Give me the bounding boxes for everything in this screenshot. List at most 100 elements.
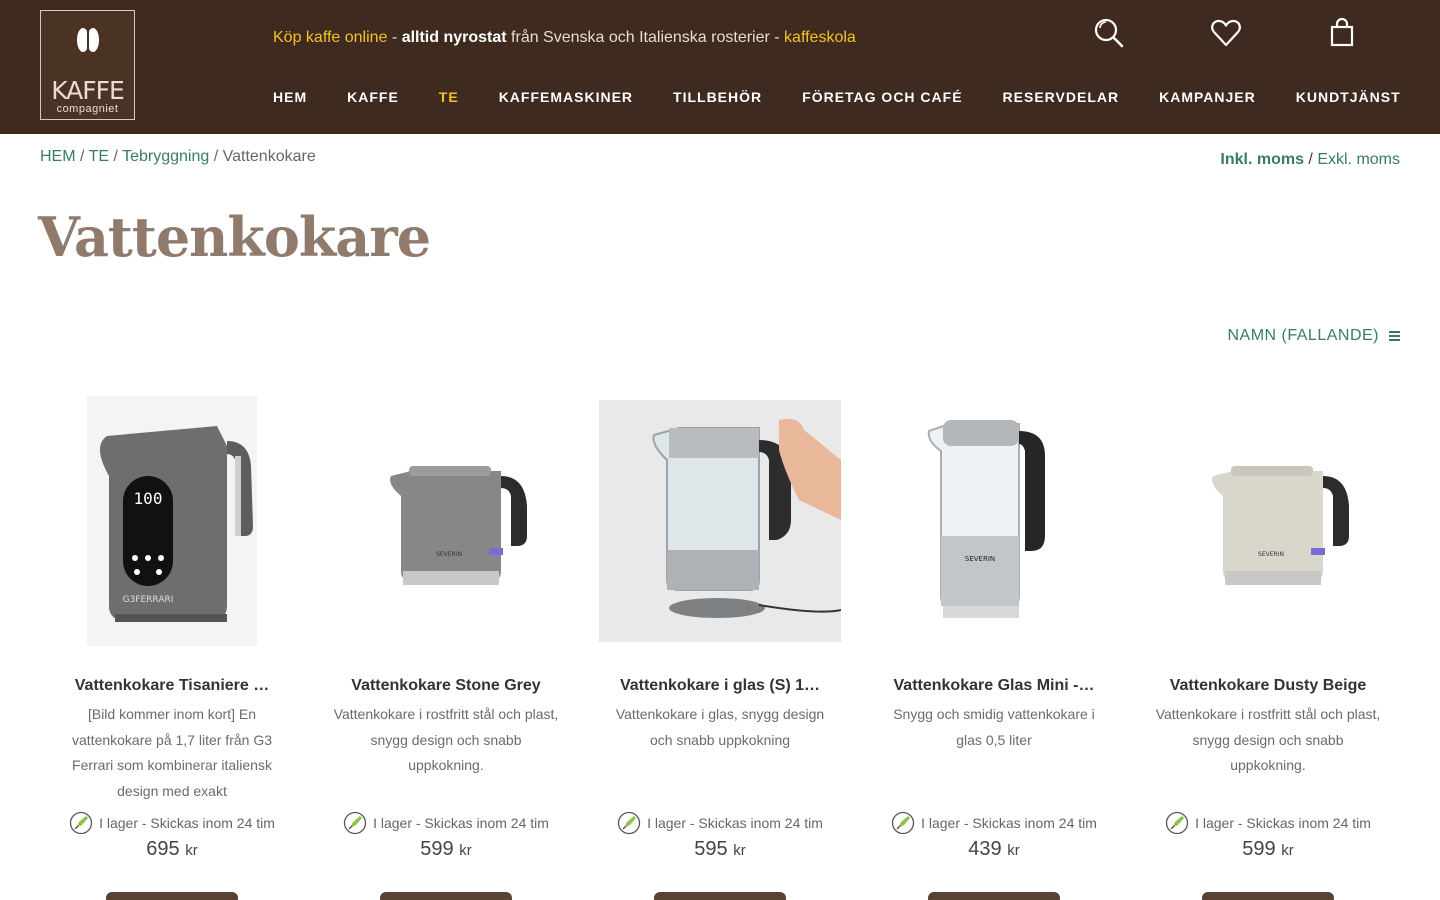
nav-item-kaffemaskiner[interactable]: KAFFEMASKINER [499,88,633,106]
buy-button[interactable] [654,892,786,900]
product-price: 599 kr [309,838,583,861]
price-currency: kr [185,842,198,859]
site-logo[interactable]: KAFFE compagniet [40,10,135,120]
stock-status: I lager - Skickas inom 24 tim [857,811,1131,835]
product-name[interactable]: Vattenkokare Stone Grey [319,676,573,696]
breadcrumb-tebryggning[interactable]: Tebryggning [122,148,209,165]
product-image-stone-grey[interactable]: SEVERIN [321,396,571,646]
product-price: 599 kr [1131,838,1405,861]
price-value: 439 [968,838,1002,860]
svg-text:G3FERRARI: G3FERRARI [123,595,174,605]
nav-item-foretag[interactable]: FÖRETAG OCH CAFÉ [802,88,962,106]
product-card[interactable]: 100 G3FERRARI Vattenkokare Tisaniere … [… [35,392,309,900]
logo-sub: compagniet [56,103,119,115]
product-price: 695 kr [35,838,309,861]
product-image-mini-glass[interactable]: SEVERIN [869,396,1119,646]
stock-text: I lager - Skickas inom 24 tim [1195,815,1371,831]
buy-button[interactable] [1202,892,1334,900]
rocket-icon [891,811,915,835]
search-icon[interactable] [1092,16,1126,50]
nav-item-reservdelar[interactable]: RESERVDELAR [1003,88,1120,106]
sort-dropdown[interactable]: NAMN (FALLANDE) [1227,327,1400,345]
rocket-icon [343,811,367,835]
breadcrumb-te[interactable]: TE [89,148,109,165]
nav-item-hem[interactable]: HEM [273,88,307,106]
price-value: 595 [694,838,728,860]
product-name[interactable]: Vattenkokare Dusty Beige [1141,676,1395,696]
header-tagline: Köp kaffe online - alltid nyrostat från … [273,28,856,48]
product-image-g3-ferrari[interactable]: 100 G3FERRARI [47,396,297,646]
product-name[interactable]: Vattenkokare i glas (S) 1… [593,676,847,696]
product-card[interactable]: SEVERIN Vattenkokare Dusty Beige Vattenk… [1131,392,1405,900]
svg-text:SEVERIN: SEVERIN [1258,551,1284,558]
logo-brand: KAFFE [51,76,125,105]
product-name[interactable]: Vattenkokare Glas Mini -… [867,676,1121,696]
menu-icon [1389,331,1400,341]
product-description: Vattenkokare i glas, snygg design och sn… [615,706,825,748]
vat-excl[interactable]: Exkl. moms [1317,151,1400,168]
svg-text:SEVERIN: SEVERIN [965,555,995,563]
site-header: KAFFE compagniet Köp kaffe online - allt… [0,0,1440,134]
product-card[interactable]: Vattenkokare i glas (S) 1… Vattenkokare … [583,392,857,900]
breadcrumb-hem[interactable]: HEM [40,148,76,165]
breadcrumb-sep: / [75,148,89,165]
bag-icon[interactable] [1325,16,1359,50]
product-description: [Bild kommer inom kort] En vattenkokare … [72,706,272,799]
stock-text: I lager - Skickas inom 24 tim [99,815,275,831]
price-currency: kr [459,842,472,859]
tagline-emphasis: alltid nyrostat [401,29,507,46]
product-price: 595 kr [583,838,857,861]
page-title: Vattenkokare [38,205,431,269]
buy-button[interactable] [106,892,238,900]
product-name[interactable]: Vattenkokare Tisaniere … [45,676,299,696]
tagline-link-school[interactable]: kaffeskola [784,29,856,46]
price-value: 599 [1242,838,1276,860]
nav-item-kundtjanst[interactable]: KUNDTJÄNST [1296,88,1401,106]
tagline-link-buy[interactable]: Köp kaffe online [273,29,387,46]
product-grid: 100 G3FERRARI Vattenkokare Tisaniere … [… [35,392,1405,900]
nav-item-kaffe[interactable]: KAFFE [347,88,399,106]
stock-status: I lager - Skickas inom 24 tim [309,811,583,835]
price-value: 599 [420,838,454,860]
rocket-icon [1165,811,1189,835]
breadcrumb-current: Vattenkokare [222,148,316,165]
vat-incl[interactable]: Inkl. moms [1220,151,1304,168]
heart-icon[interactable] [1209,16,1243,50]
nav-item-tillbehor[interactable]: TILLBEHÖR [673,88,762,106]
stock-text: I lager - Skickas inom 24 tim [373,815,549,831]
buy-button[interactable] [928,892,1060,900]
product-price: 439 kr [857,838,1131,861]
product-description: Snygg och smidig vattenkokare i glas 0,5… [893,706,1095,748]
breadcrumb: HEM / TE / Tebryggning / Vattenkokare [40,148,316,166]
price-currency: kr [1007,842,1020,859]
svg-text:SEVERIN: SEVERIN [436,551,462,558]
breadcrumb-sep: / [209,148,223,165]
stock-status: I lager - Skickas inom 24 tim [1131,811,1405,835]
vat-sep: / [1303,151,1318,168]
product-description: Vattenkokare i rostfritt stål och plast,… [1155,706,1381,773]
rocket-icon [617,811,641,835]
price-value: 695 [146,838,180,860]
stock-status: I lager - Skickas inom 24 tim [583,811,857,835]
product-card[interactable]: SEVERIN Vattenkokare Stone Grey Vattenko… [309,392,583,900]
vat-toggle: Inkl. moms / Exkl. moms [1220,151,1400,169]
stock-text: I lager - Skickas inom 24 tim [921,815,1097,831]
tagline-text: från Svenska och Italienska rosterier - [506,29,785,46]
tagline-sep: - [387,29,402,46]
breadcrumb-sep: / [109,148,123,165]
nav-item-te[interactable]: TE [439,88,459,106]
sort-label: NAMN (FALLANDE) [1227,327,1379,344]
product-card[interactable]: SEVERIN Vattenkokare Glas Mini -… Snygg … [857,392,1131,900]
buy-button[interactable] [380,892,512,900]
svg-text:100: 100 [134,489,163,508]
product-image-glass-kettle[interactable] [595,396,845,646]
rocket-icon [69,811,93,835]
product-image-dusty-beige[interactable]: SEVERIN [1143,396,1393,646]
main-nav: HEM KAFFE TE KAFFEMASKINER TILLBEHÖR FÖR… [273,88,1401,106]
coffee-bean-icon [77,28,99,52]
nav-item-kampanjer[interactable]: KAMPANJER [1159,88,1256,106]
product-description: Vattenkokare i rostfritt stål och plast,… [333,706,559,773]
price-currency: kr [1281,842,1294,859]
stock-status: I lager - Skickas inom 24 tim [35,811,309,835]
price-currency: kr [733,842,746,859]
